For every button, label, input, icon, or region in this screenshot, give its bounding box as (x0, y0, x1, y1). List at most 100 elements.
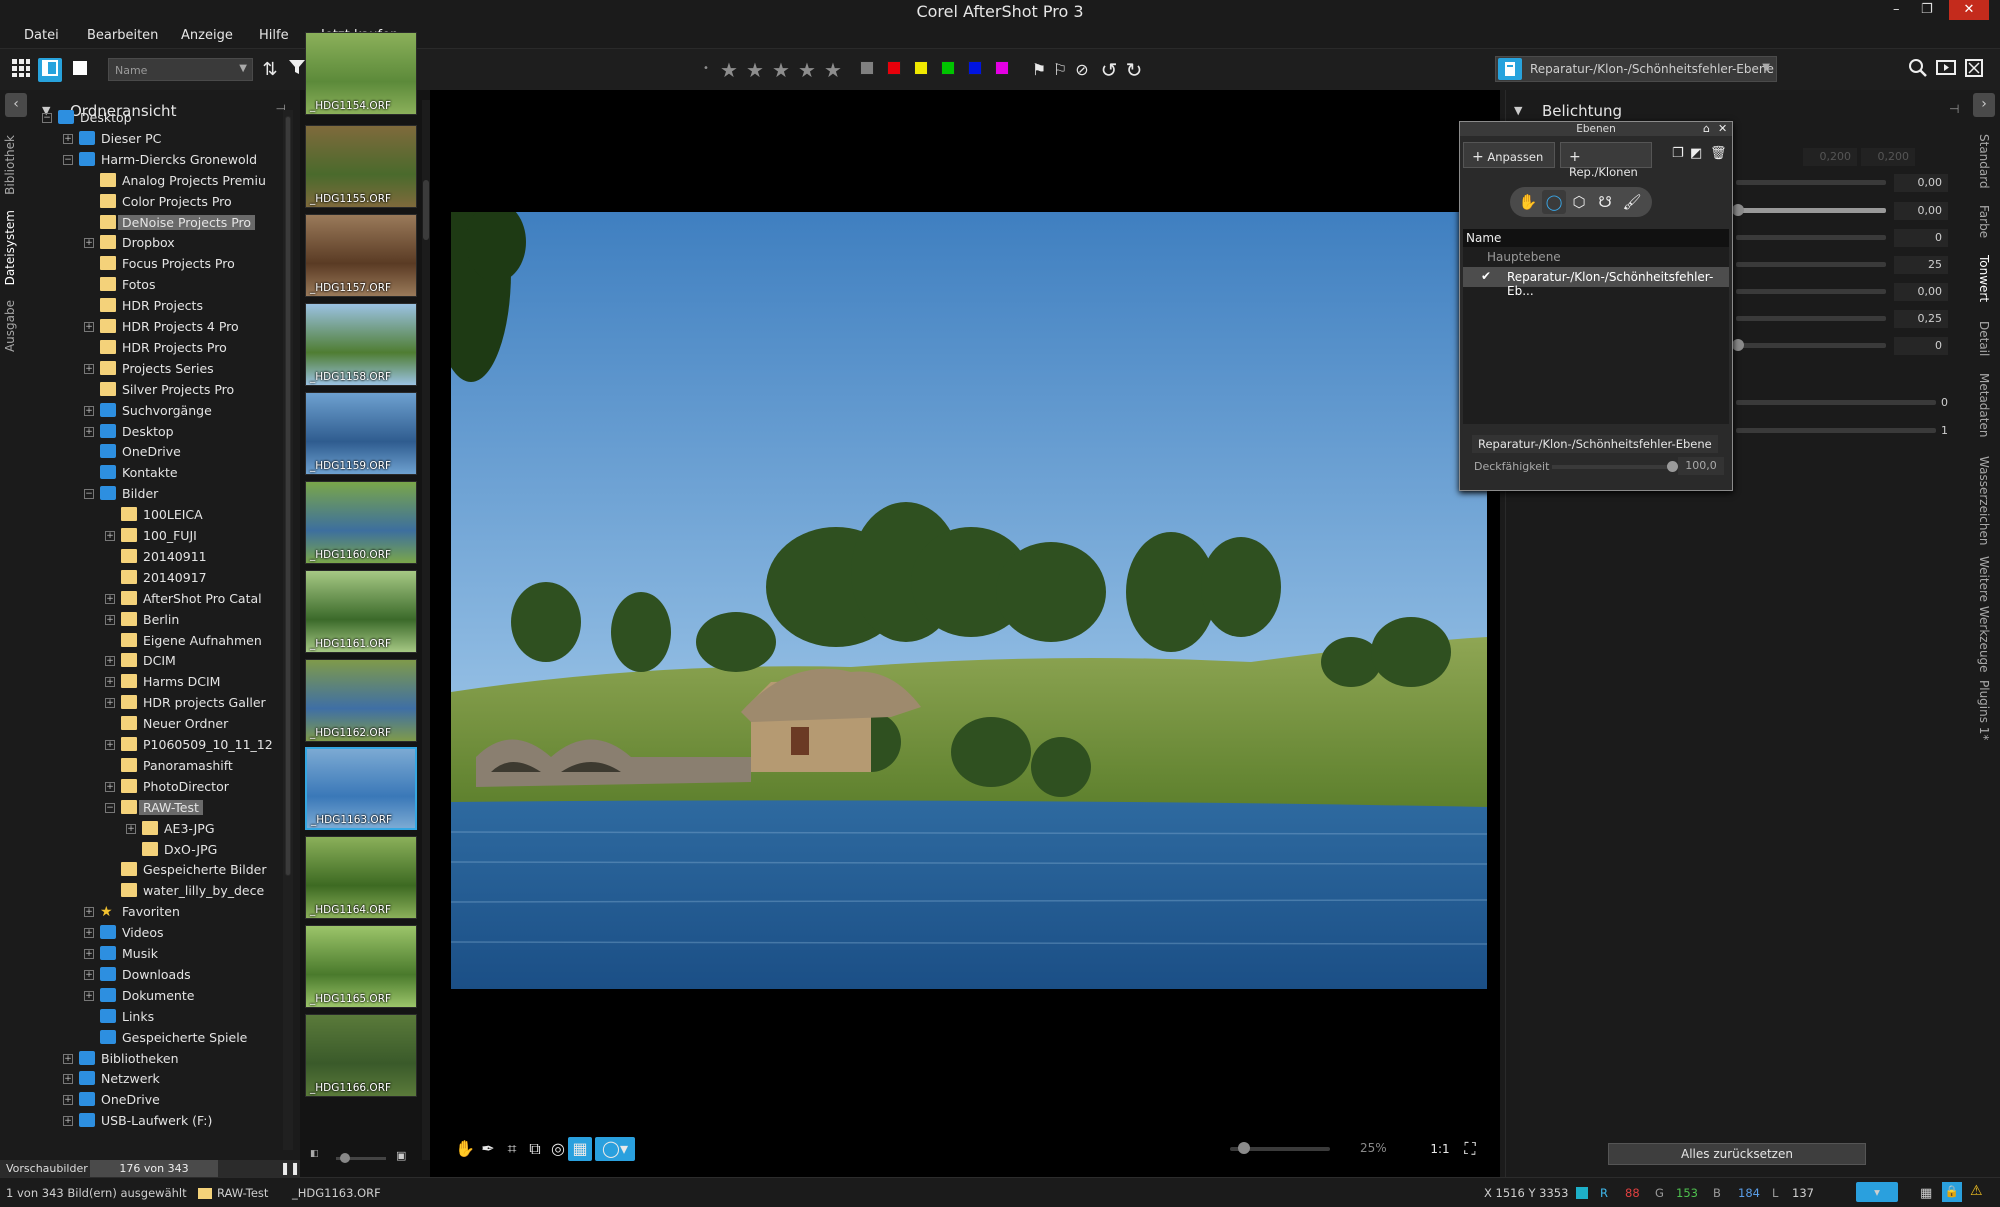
slider-value[interactable]: 0,00 (1894, 174, 1948, 192)
tree-item[interactable]: + Dokumente (30, 986, 280, 1006)
tree-item[interactable]: − RAW-Test (30, 798, 280, 818)
expand-toggle-icon[interactable]: + (63, 1095, 73, 1106)
tree-item[interactable]: + Bibliotheken (30, 1049, 280, 1069)
expand-toggle-icon[interactable]: + (63, 1116, 73, 1127)
tree-item[interactable]: 20140911 (30, 547, 280, 567)
checkbox-icon[interactable]: ✔ (1481, 270, 1495, 284)
main-photo[interactable] (451, 212, 1487, 989)
straighten-icon[interactable]: ⧉ (523, 1137, 547, 1161)
expand-toggle-icon[interactable]: + (63, 1053, 73, 1064)
tree-item[interactable]: Fotos (30, 275, 280, 295)
collapse-right-button[interactable]: › (1973, 93, 1995, 117)
expand-toggle-icon[interactable]: + (84, 969, 94, 980)
tree-item[interactable]: + AE3-JPG (30, 819, 280, 839)
tree-item[interactable]: + Berlin (30, 610, 280, 630)
tree-item[interactable]: Color Projects Pro (30, 192, 280, 212)
tree-item[interactable]: + PhotoDirector (30, 777, 280, 797)
expand-toggle-icon[interactable]: + (105, 593, 115, 604)
collapse-left-button[interactable]: ‹ (5, 93, 27, 117)
filmstrip-thumbnail[interactable]: _HDG1157.ORF (305, 214, 417, 297)
tab-wasserzeichen[interactable]: Wasserzeichen (1977, 456, 1991, 545)
expand-toggle-icon[interactable]: + (105, 740, 115, 750)
color-label-blue[interactable] (968, 61, 982, 75)
expand-toggle-icon[interactable]: + (63, 1074, 73, 1085)
highlight-slider[interactable] (1732, 204, 1886, 216)
expand-toggle-icon[interactable]: + (84, 426, 94, 437)
expand-toggle-icon[interactable]: − (105, 802, 115, 813)
filmstrip-scrollbar[interactable] (422, 100, 430, 1160)
tree-item[interactable]: + HDR projects Galler (30, 693, 280, 713)
tree-item[interactable]: + P1060509_10_11_12 (30, 735, 280, 755)
warning-icon[interactable]: ⚠ (1970, 1183, 1983, 1199)
hand-tool-icon[interactable]: ✋ (453, 1137, 477, 1161)
range-slider[interactable] (1736, 262, 1886, 267)
menu-datei[interactable]: Datei (24, 28, 59, 43)
expand-toggle-icon[interactable]: + (84, 238, 94, 249)
tree-item[interactable]: DeNoise Projects Pro (30, 213, 280, 233)
split-view-icon[interactable] (38, 58, 62, 82)
tree-item[interactable]: + DCIM (30, 651, 280, 671)
layer-row-main[interactable]: Hauptebene (1463, 247, 1729, 267)
expand-toggle-icon[interactable]: + (105, 677, 115, 688)
rating-star-icon[interactable]: ★ (720, 58, 738, 82)
tree-item[interactable]: + Suchvorgänge (30, 401, 280, 421)
expand-toggle-icon[interactable]: + (84, 322, 94, 332)
grid-view-icon[interactable] (9, 58, 33, 82)
tree-item[interactable]: + AfterShot Pro Catal (30, 589, 280, 609)
fit-to-window-icon[interactable]: ⛶ (1458, 1137, 1482, 1161)
tab-metadaten[interactable]: Metadaten (1977, 373, 1991, 437)
tree-item[interactable]: + Projects Series (30, 359, 280, 379)
expand-toggle-icon[interactable]: + (105, 614, 115, 625)
tree-item[interactable]: 20140917 (30, 568, 280, 588)
delete-layer-icon[interactable]: 🗑 (1710, 146, 1727, 161)
tree-item[interactable]: + Videos (30, 923, 280, 943)
fullscreen-icon[interactable] (1962, 58, 1986, 82)
zoom-1to1-icon[interactable]: 1:1 (1428, 1137, 1452, 1161)
slider-value[interactable]: 0,00 (1894, 283, 1948, 301)
slideshow-icon[interactable] (1934, 58, 1958, 82)
color-label-red[interactable] (887, 61, 901, 75)
tree-item[interactable]: + Dropbox (30, 233, 280, 253)
tab-standard[interactable]: Standard (1977, 134, 1991, 189)
opacity-value[interactable]: 100,0 (1678, 457, 1724, 475)
flag-reject-icon[interactable]: ⚐ (1048, 58, 1072, 82)
expand-toggle-icon[interactable]: + (105, 698, 115, 709)
single-view-icon[interactable] (68, 58, 92, 82)
zoom-slider[interactable] (1230, 1142, 1330, 1154)
tree-item[interactable]: + Dieser PC (30, 129, 280, 149)
slider-value[interactable]: 0 (1894, 337, 1948, 355)
color-label-yellow[interactable] (914, 61, 928, 75)
tree-item[interactable]: − Harm-Diercks Gronewold (30, 150, 280, 170)
filmstrip-thumbnail[interactable]: _HDG1159.ORF (305, 392, 417, 475)
tree-item[interactable]: + HDR Projects 4 Pro (30, 317, 280, 337)
tab-detail[interactable]: Detail (1977, 321, 1991, 356)
close-button[interactable]: ✕ (1949, 0, 1989, 20)
filmstrip-thumbnail[interactable]: _HDG1165.ORF (305, 925, 417, 1008)
menu-bearbeiten[interactable]: Bearbeiten (87, 28, 158, 43)
freehand-tool-icon[interactable]: ☋ (1593, 190, 1617, 214)
slider-value[interactable]: 0 (1894, 229, 1948, 247)
filmstrip-thumbnail[interactable]: _HDG1155.ORF (305, 125, 417, 208)
tree-scrollbar[interactable] (283, 110, 293, 1150)
sort-select[interactable]: Name ▼ (108, 58, 253, 81)
filmstrip-thumbnail[interactable]: _HDG1154.ORF (305, 32, 417, 115)
tab-farbe[interactable]: Farbe (1977, 205, 1991, 238)
tree-item[interactable]: OneDrive (30, 442, 280, 462)
tab-tonwert[interactable]: Tonwert (1977, 255, 1991, 302)
close-icon[interactable]: ✕ (1718, 122, 1727, 135)
pin-icon[interactable]: ⊣ (1949, 102, 1959, 116)
tree-item[interactable]: + Desktop (30, 422, 280, 442)
tab-ausgabe[interactable]: Ausgabe (3, 300, 17, 352)
tree-item[interactable]: DxO-JPG (30, 840, 280, 860)
exposure-slider[interactable] (1736, 180, 1886, 185)
rotate-right-icon[interactable]: ↻ (1122, 58, 1146, 82)
tree-item[interactable]: Gespeicherte Bilder (30, 860, 280, 880)
menu-hilfe[interactable]: Hilfe (259, 28, 289, 43)
tree-item[interactable]: 100LEICA (30, 505, 280, 525)
slider-value[interactable]: 25 (1894, 256, 1948, 274)
polygon-tool-icon[interactable]: ⬡ (1567, 190, 1591, 214)
vibrance-slider[interactable] (1732, 339, 1886, 351)
filmstrip-thumbnail[interactable]: _HDG1163.ORF (305, 747, 417, 830)
tree-item[interactable]: Silver Projects Pro (30, 380, 280, 400)
tree-item[interactable]: − Bilder (30, 484, 280, 504)
